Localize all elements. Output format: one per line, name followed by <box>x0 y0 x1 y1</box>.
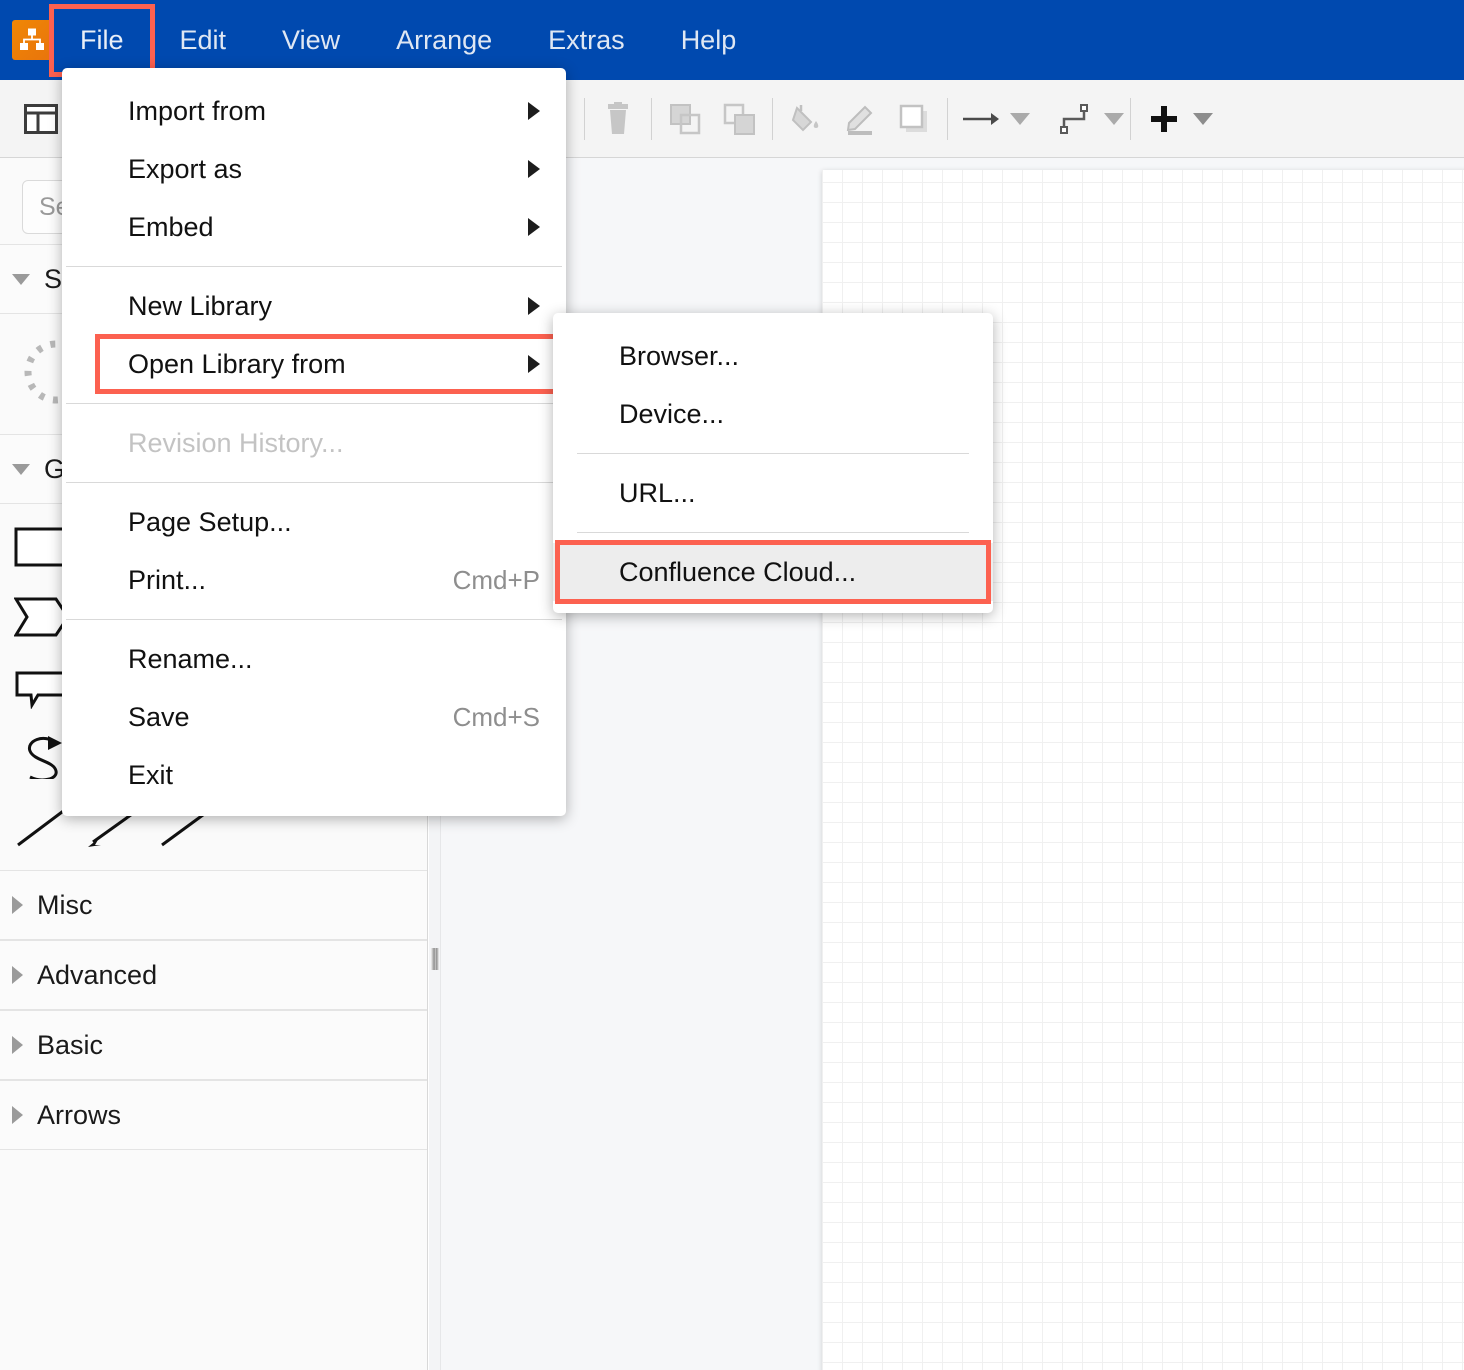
menu-item-rename[interactable]: Rename... <box>62 630 566 688</box>
submenu-arrow-icon <box>528 218 540 236</box>
drawio-logo-icon[interactable] <box>12 20 52 60</box>
submenu-arrow-icon <box>528 297 540 315</box>
menu-item-embed[interactable]: Embed <box>62 198 566 256</box>
sidebar-section-label: Arrows <box>37 1100 121 1131</box>
chevron-down-icon[interactable] <box>1193 113 1213 125</box>
line-color-icon[interactable] <box>833 92 887 146</box>
submenu-arrow-icon <box>528 160 540 178</box>
delete-icon[interactable] <box>591 92 645 146</box>
menu-separator <box>66 403 562 404</box>
menu-separator <box>577 453 969 454</box>
menu-item-export-as[interactable]: Export as <box>62 140 566 198</box>
to-back-icon[interactable] <box>712 92 766 146</box>
menu-item-label: Save <box>128 702 190 733</box>
chevron-right-icon <box>12 1036 23 1054</box>
menu-item-shortcut: Cmd+S <box>453 702 540 733</box>
submenu-item-browser[interactable]: Browser... <box>553 327 993 385</box>
submenu-item-label: Device... <box>619 399 724 430</box>
menu-item-shortcut: Cmd+P <box>453 565 540 596</box>
menu-separator <box>577 532 969 533</box>
menu-separator <box>66 266 562 267</box>
file-menu-dropdown: Import from Export as Embed New Library … <box>62 68 566 816</box>
submenu-item-label: Confluence Cloud... <box>619 557 856 588</box>
menu-separator <box>66 482 562 483</box>
sidebar-section-label: Misc <box>37 890 93 921</box>
toolbar-divider <box>651 98 652 140</box>
chevron-down-icon <box>12 274 30 285</box>
menu-item-new-library[interactable]: New Library <box>62 277 566 335</box>
sidebar-section-label: Advanced <box>37 960 157 991</box>
submenu-arrow-icon <box>528 102 540 120</box>
submenu-item-device[interactable]: Device... <box>553 385 993 443</box>
menu-item-label: Print... <box>128 565 206 596</box>
menu-item-page-setup[interactable]: Page Setup... <box>62 493 566 551</box>
to-front-icon[interactable] <box>658 92 712 146</box>
menu-item-import-from[interactable]: Import from <box>62 82 566 140</box>
menu-extras[interactable]: Extras <box>526 17 647 64</box>
shadow-icon[interactable] <box>887 92 941 146</box>
submenu-item-confluence-cloud[interactable]: Confluence Cloud... <box>553 543 993 601</box>
connection-icon[interactable] <box>1048 92 1102 146</box>
menu-view[interactable]: View <box>260 17 362 64</box>
chevron-down-icon[interactable] <box>1104 113 1124 125</box>
menu-item-open-library-from[interactable]: Open Library from <box>62 335 566 393</box>
chevron-right-icon <box>12 966 23 984</box>
menu-item-label: Rename... <box>128 644 253 675</box>
waypoints-icon[interactable] <box>954 92 1008 146</box>
sidebar-section-label: Basic <box>37 1030 103 1061</box>
toolbar-divider <box>584 98 585 140</box>
menu-item-label: Open Library from <box>128 349 346 380</box>
chevron-down-icon <box>12 464 30 475</box>
fill-color-icon[interactable] <box>779 92 833 146</box>
sidebar-section-advanced[interactable]: Advanced <box>0 940 427 1010</box>
menu-item-label: Embed <box>128 212 214 243</box>
chevron-right-icon <box>12 896 23 914</box>
menu-item-print[interactable]: Print... Cmd+P <box>62 551 566 609</box>
drawio-editor-window: File Edit View Arrange Extras Help <box>0 0 1464 1370</box>
menu-help[interactable]: Help <box>659 17 759 64</box>
toolbar-divider <box>947 98 948 140</box>
open-library-from-submenu: Browser... Device... URL... Confluence C… <box>553 313 993 613</box>
sidebar-section-arrows[interactable]: Arrows <box>0 1080 427 1150</box>
submenu-arrow-icon <box>528 355 540 373</box>
insert-icon[interactable] <box>1137 92 1191 146</box>
menu-item-label: Revision History... <box>128 428 344 459</box>
menu-item-label: Page Setup... <box>128 507 292 538</box>
menu-file[interactable]: File <box>58 17 146 64</box>
menu-separator <box>66 619 562 620</box>
vertical-splitter-handle-icon[interactable] <box>431 948 439 970</box>
submenu-item-url[interactable]: URL... <box>553 464 993 522</box>
menu-item-exit[interactable]: Exit <box>62 746 566 804</box>
format-panel-icon[interactable] <box>14 92 68 146</box>
chevron-right-icon <box>12 1106 23 1124</box>
menu-item-label: New Library <box>128 291 272 322</box>
menu-item-save[interactable]: Save Cmd+S <box>62 688 566 746</box>
toolbar-divider <box>1130 98 1131 140</box>
sidebar-section-basic[interactable]: Basic <box>0 1010 427 1080</box>
menu-arrange[interactable]: Arrange <box>374 17 514 64</box>
chevron-down-icon[interactable] <box>1010 113 1030 125</box>
menu-item-label: Export as <box>128 154 242 185</box>
menu-item-label: Exit <box>128 760 173 791</box>
menu-item-label: Import from <box>128 96 266 127</box>
toolbar-divider <box>772 98 773 140</box>
menu-edit[interactable]: Edit <box>158 17 249 64</box>
submenu-item-label: URL... <box>619 478 696 509</box>
menu-item-revision-history: Revision History... <box>62 414 566 472</box>
submenu-item-label: Browser... <box>619 341 739 372</box>
sidebar-section-misc[interactable]: Misc <box>0 870 427 940</box>
